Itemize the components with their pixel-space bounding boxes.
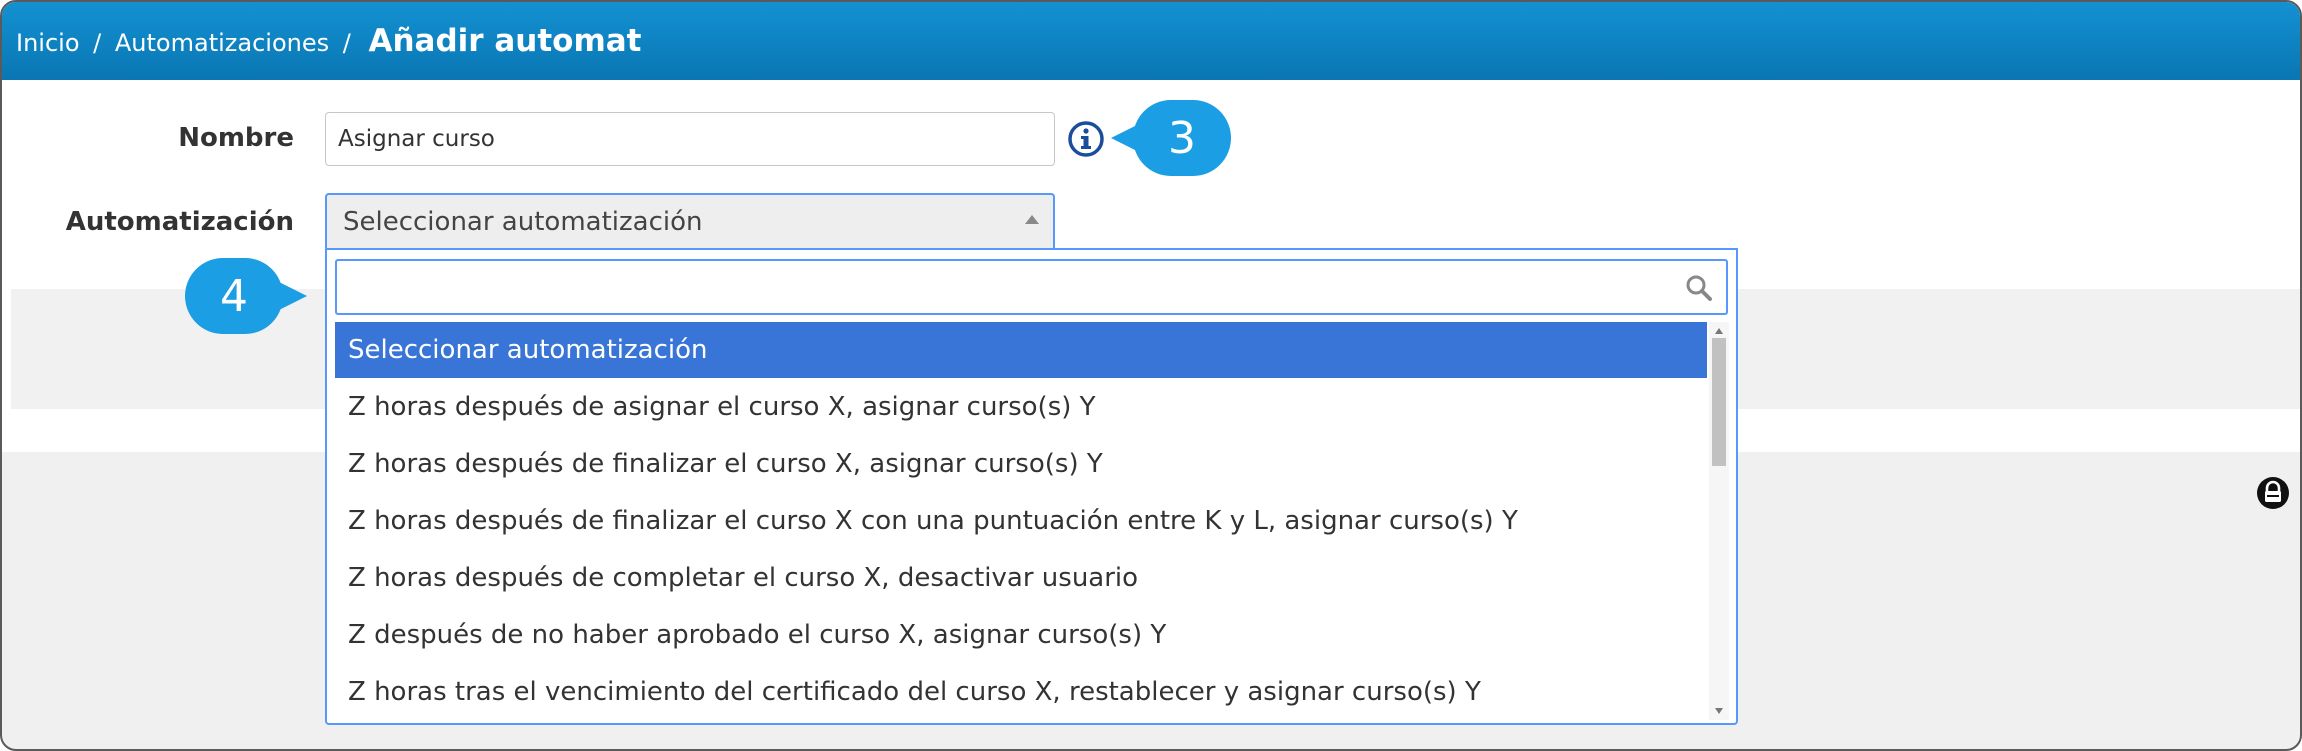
breadcrumb-separator: / xyxy=(342,29,351,57)
name-input[interactable]: Asignar curso xyxy=(325,112,1055,166)
callout-3: 3 xyxy=(1111,100,1231,176)
breadcrumb-home[interactable]: Inicio xyxy=(16,29,80,57)
name-label: Nombre xyxy=(178,123,294,153)
dropdown-search-input[interactable] xyxy=(335,259,1728,315)
breadcrumb-automations[interactable]: Automatizaciones xyxy=(115,29,329,57)
lock-icon[interactable] xyxy=(2256,476,2290,510)
chevron-up-icon xyxy=(1025,215,1039,224)
dropdown-option[interactable]: Z horas después de asignar el curso X, a… xyxy=(335,378,1707,435)
dropdown-option[interactable]: Seleccionar automatización xyxy=(335,322,1707,378)
breadcrumb-separator: / xyxy=(93,29,102,57)
dropdown-option[interactable]: Z después de no haber aprobado el curso … xyxy=(335,606,1707,663)
breadcrumb: Inicio / Automatizaciones / Añadir autom… xyxy=(16,23,642,59)
app-window: Inicio / Automatizaciones / Añadir autom… xyxy=(0,0,2302,751)
dropdown-option[interactable]: Z horas después de completar el curso X,… xyxy=(335,549,1707,606)
scroll-down-icon[interactable] xyxy=(1715,708,1723,714)
automation-dropdown: Seleccionar automatización Z horas despu… xyxy=(325,248,1738,725)
dropdown-options: Seleccionar automatización Z horas despu… xyxy=(335,322,1707,720)
automation-label: Automatización xyxy=(65,207,294,237)
dropdown-option[interactable]: Z horas tras el vencimiento del certific… xyxy=(335,663,1707,720)
scroll-up-icon[interactable] xyxy=(1715,328,1723,334)
name-input-value: Asignar curso xyxy=(338,126,495,152)
automation-select[interactable]: Seleccionar automatización xyxy=(325,193,1055,249)
scroll-thumb[interactable] xyxy=(1712,338,1726,466)
dropdown-option[interactable]: Z horas después de finalizar el curso X … xyxy=(335,492,1707,549)
dropdown-option[interactable]: Z horas después de finalizar el curso X,… xyxy=(335,435,1707,492)
search-icon xyxy=(1686,275,1712,301)
automation-select-value: Seleccionar automatización xyxy=(343,207,703,237)
callout-4: 4 xyxy=(185,258,307,334)
page-header: Inicio / Automatizaciones / Añadir autom… xyxy=(2,2,2300,80)
page-title: Añadir automat xyxy=(368,23,642,59)
info-icon[interactable] xyxy=(1066,119,1106,159)
dropdown-scrollbar[interactable] xyxy=(1709,322,1729,720)
